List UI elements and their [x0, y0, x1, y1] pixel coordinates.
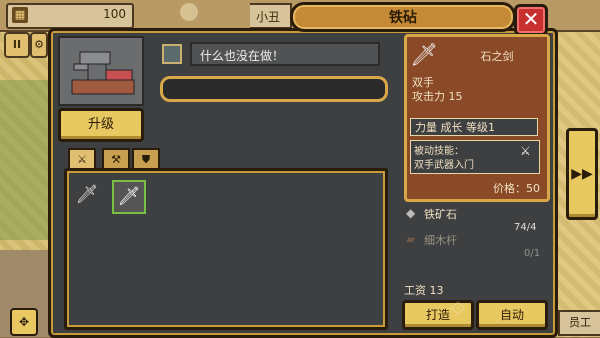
- tab-axe[interactable]: ⚒: [102, 148, 130, 170]
- wood-pole-icon: ▰: [406, 232, 416, 246]
- watermark-icon: ⟐: [450, 296, 466, 320]
- moon-icon: [180, 3, 198, 21]
- gold-counter: ▦ 100: [6, 3, 134, 29]
- close-button[interactable]: ✕: [514, 4, 548, 36]
- upgrade-button[interactable]: 升级: [58, 108, 144, 142]
- item-skill-name: 双手武器入门: [414, 160, 474, 171]
- dpad-icon[interactable]: ✥: [10, 308, 38, 336]
- forge-status: 什么也没在做！: [190, 42, 380, 66]
- material-wood-pole: 细木杆: [424, 234, 457, 247]
- item-attack: 攻击力 15: [412, 90, 463, 103]
- item-skill-label: 被动技能：: [414, 146, 464, 157]
- forge-progress-bar: [160, 76, 388, 102]
- iron-ore-icon: ◆: [406, 206, 416, 220]
- item-name: 石之剑: [480, 50, 514, 63]
- wage-label: 工资 13: [404, 284, 444, 297]
- auto-checkbox[interactable]: [162, 44, 182, 64]
- tab-shield[interactable]: ⛊: [132, 148, 160, 170]
- axe-tab-icon: ⚒: [111, 153, 121, 166]
- iron-sword-icon: 🗡: [75, 184, 99, 205]
- dialog-title-plate: 铁砧: [290, 2, 516, 32]
- tab-sword[interactable]: ⚔: [68, 148, 96, 170]
- stone-sword-card-icon: 🗡: [410, 43, 438, 68]
- anvil-icon: [58, 36, 144, 106]
- stone-sword-icon: 🗡: [117, 186, 141, 207]
- skill-sword-icon: ⚔: [520, 144, 531, 158]
- sword-tab-icon: ⚔: [77, 153, 87, 166]
- settings-button[interactable]: ⚙: [30, 32, 48, 58]
- inventory-slot-iron-sword[interactable]: 🗡: [72, 180, 102, 210]
- gold-value: 100: [103, 7, 126, 21]
- player-name-box: 小丑: [250, 3, 292, 29]
- auto-forge-button[interactable]: 自动: [476, 300, 548, 330]
- shield-tab-icon: ⛊: [141, 153, 151, 166]
- item-price: 价格：50: [493, 182, 540, 195]
- material-wood-pole-qty: 0/1: [524, 248, 541, 259]
- staff-button[interactable]: 员工: [558, 310, 600, 336]
- material-iron-ore: 铁矿石: [424, 208, 457, 221]
- building-icon: ▦: [12, 7, 28, 23]
- material-iron-ore-qty: 74/4: [514, 222, 537, 233]
- next-page-button[interactable]: ▶▶: [566, 128, 598, 220]
- item-attributes: 力量 成长 等级1: [410, 118, 538, 136]
- inventory-slot-stone-sword[interactable]: 🗡: [112, 180, 146, 214]
- pause-button[interactable]: II: [4, 32, 30, 58]
- dialog-title: 铁砧: [389, 10, 417, 26]
- player-name: 小丑: [256, 10, 281, 24]
